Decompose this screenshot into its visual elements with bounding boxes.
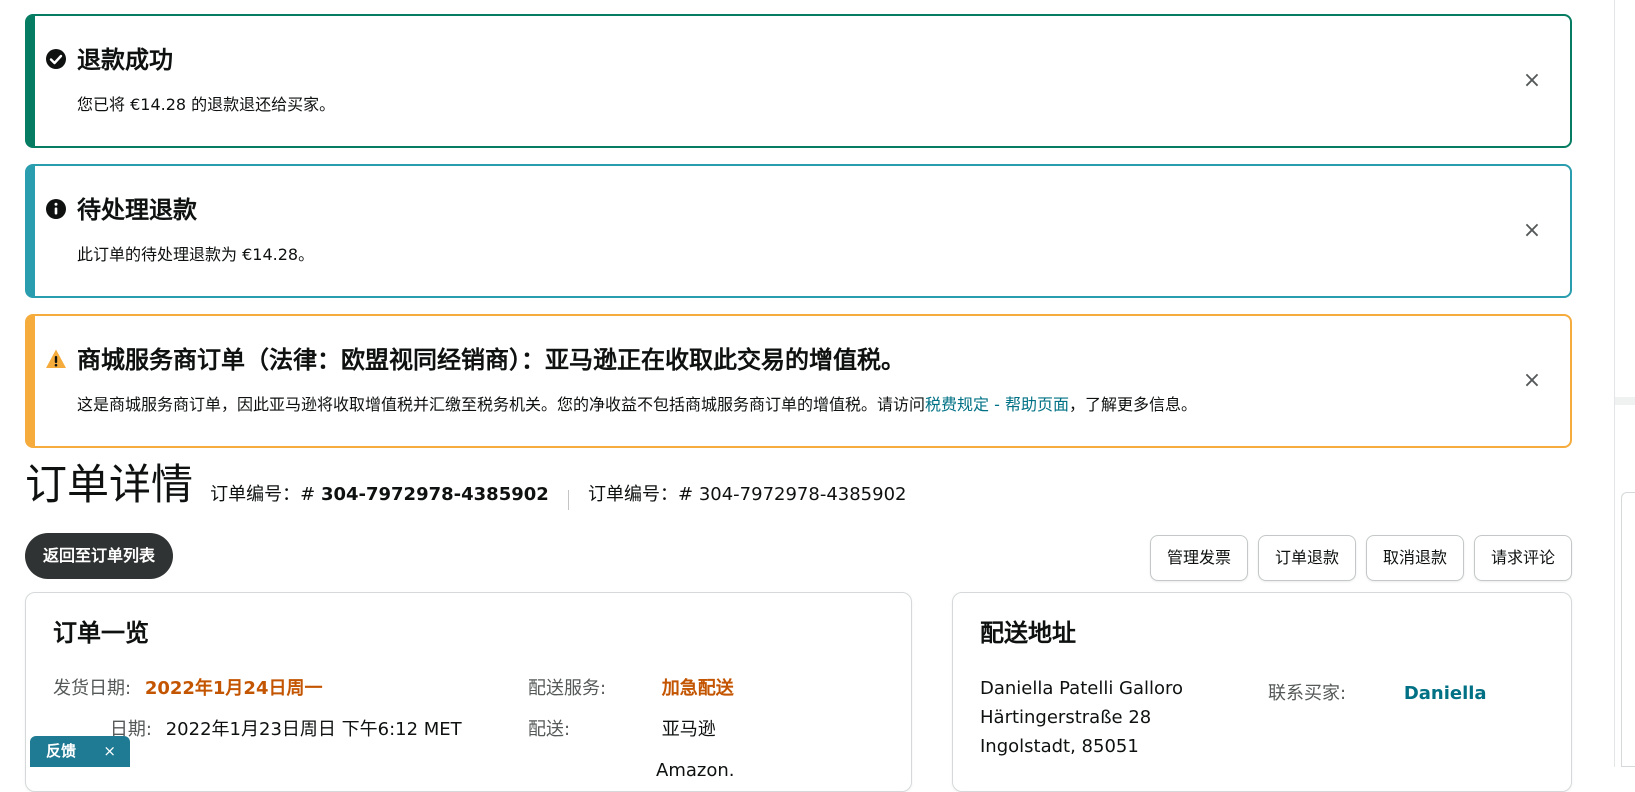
warning-triangle-icon xyxy=(46,349,66,368)
sales-channel-row: Amazon. xyxy=(656,760,735,781)
close-icon[interactable]: × xyxy=(103,736,116,767)
close-icon[interactable]: × xyxy=(1518,217,1546,245)
order-header: 订单详情 订单编号：# 304-7972978-4385902 订单编号：# 3… xyxy=(25,460,907,510)
check-circle-icon xyxy=(46,49,66,69)
close-icon[interactable]: × xyxy=(1518,67,1546,95)
page-title: 订单详情 xyxy=(25,460,194,509)
right-sidebar xyxy=(1614,0,1635,767)
info-icon xyxy=(46,199,66,219)
order-actions: 管理发票 订单退款 取消退款 请求评论 xyxy=(1149,535,1572,581)
pending-refund-title: 待处理退款 xyxy=(46,194,197,226)
cancel-refund-button[interactable]: 取消退款 xyxy=(1365,535,1464,581)
order-id: 订单编号：# 304-7972978-4385902 xyxy=(210,484,549,505)
request-review-button[interactable]: 请求评论 xyxy=(1473,535,1572,581)
close-icon[interactable]: × xyxy=(1518,367,1546,395)
back-to-orders-button[interactable]: 返回至订单列表 xyxy=(25,533,174,579)
tax-policy-help-link[interactable]: 税费规定 - 帮助页面 xyxy=(925,395,1069,414)
sidebar-divider xyxy=(1615,397,1635,405)
contact-buyer-row: 联系买家: Daniella xyxy=(1268,683,1487,704)
sidebar-panel xyxy=(1621,492,1635,767)
pending-refund-alert: 待处理退款 此订单的待处理退款为 €14.28。 × xyxy=(25,164,1572,298)
refund-order-button[interactable]: 订单退款 xyxy=(1257,535,1356,581)
order-id-secondary: 订单编号：# 304-7972978-4385902 xyxy=(587,484,907,505)
refund-success-title: 退款成功 xyxy=(46,44,173,76)
vat-warning-alert: 商城服务商订单（法律：欧盟视同经销商）：亚马逊正在收取此交易的增值税。 这是商城… xyxy=(25,314,1572,448)
order-summary-card: 订单一览 发货日期: 2022年1月24日周一 日期: 2022年1月23日周日… xyxy=(25,592,912,792)
vat-warning-title: 商城服务商订单（法律：欧盟视同经销商）：亚马逊正在收取此交易的增值税。 xyxy=(46,344,905,376)
refund-success-alert: 退款成功 您已将 €14.28 的退款退还给买家。 × xyxy=(25,14,1572,148)
shipping-address-title: 配送地址 xyxy=(980,619,1076,647)
contact-buyer-link[interactable]: Daniella xyxy=(1404,683,1487,704)
address-city: Ingolstadt, 85051 xyxy=(980,736,1139,757)
address-street: Härtingerstraße 28 xyxy=(980,707,1152,728)
order-summary-title: 订单一览 xyxy=(53,619,149,647)
manage-invoice-button[interactable]: 管理发票 xyxy=(1149,535,1248,581)
buyer-name: Daniella Patelli Galloro xyxy=(980,678,1184,699)
vat-warning-message: 这是商城服务商订单，因此亚马逊将收取增值税并汇缴至税务机关。您的净收益不包括商城… xyxy=(77,395,1197,414)
feedback-tab[interactable]: 反馈 × xyxy=(30,736,130,767)
ship-date-row: 发货日期: 2022年1月24日周一 xyxy=(53,678,323,699)
divider xyxy=(567,490,569,510)
fulfillment-row: 配送: 亚马逊 xyxy=(528,719,716,740)
refund-success-message: 您已将 €14.28 的退款退还给买家。 xyxy=(77,95,336,114)
ship-service-row: 配送服务: 加急配送 xyxy=(528,678,734,699)
shipping-address-card: 配送地址 Daniella Patelli Galloro Härtingers… xyxy=(952,592,1572,792)
pending-refund-message: 此订单的待处理退款为 €14.28。 xyxy=(77,245,315,264)
